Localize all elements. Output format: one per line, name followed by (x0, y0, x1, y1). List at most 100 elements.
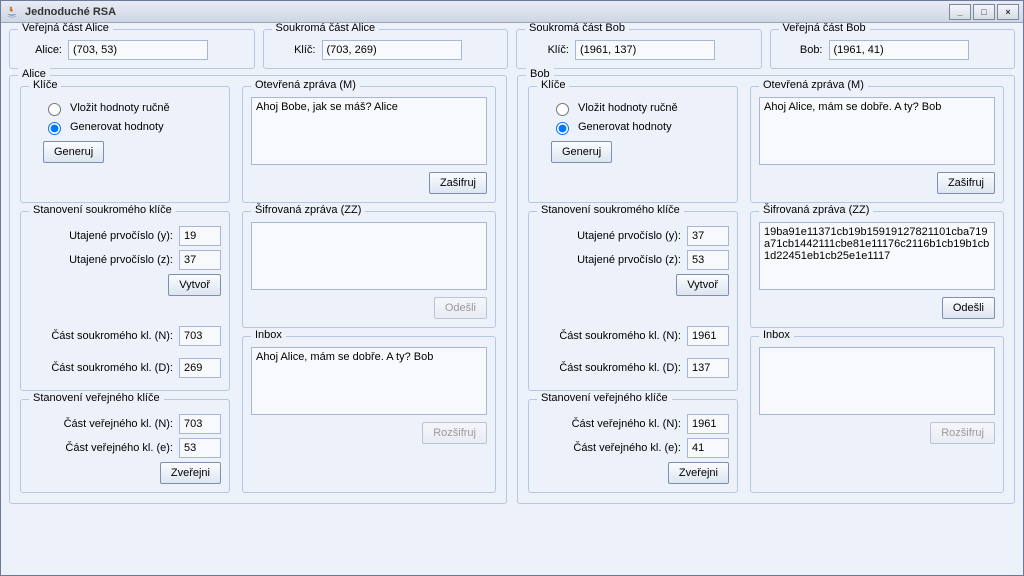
content-area: Veřejná část Alice Alice: Soukromá část … (1, 23, 1023, 575)
alice-open-msg[interactable] (251, 97, 487, 165)
radio-label: Vložit hodnoty ručně (578, 102, 678, 114)
bob-decrypt-button: Rozšifruj (930, 422, 995, 444)
alice-public-value[interactable] (68, 40, 208, 60)
alice-priv-d[interactable] (179, 358, 221, 378)
label-priv-d: Část soukromého kl. (D): (29, 362, 173, 374)
alice-radio-manual[interactable] (48, 103, 61, 116)
panel-legend: Stanovení soukromého klíče (537, 204, 684, 216)
alice-pub-n[interactable] (179, 414, 221, 434)
bob-priv-n[interactable] (687, 326, 729, 346)
panel-legend: Klíče (537, 79, 569, 91)
radio-label: Generovat hodnoty (70, 121, 164, 133)
alice-keys-panel: Klíče Vložit hodnoty ručně Generovat hod… (20, 86, 230, 203)
bob-generate-button[interactable]: Generuj (551, 141, 612, 163)
label-priv-n: Část soukromého kl. (N): (537, 330, 681, 342)
label-prime-y: Utajené prvočíslo (y): (537, 230, 681, 242)
alice-cipher[interactable] (251, 222, 487, 290)
top-key-row: Veřejná část Alice Alice: Soukromá část … (9, 29, 1015, 69)
bob-priv-d[interactable] (687, 358, 729, 378)
bob-radio-generate[interactable] (556, 122, 569, 135)
bob-pub-n[interactable] (687, 414, 729, 434)
panel-legend: Šifrovaná zpráva (ZZ) (251, 204, 365, 216)
minimize-button[interactable]: _ (949, 4, 971, 20)
java-icon (5, 5, 19, 19)
alice-public-key-panel: Stanovení veřejného klíče Část veřejného… (20, 399, 230, 493)
alice-radio-generate[interactable] (48, 122, 61, 135)
close-button[interactable]: × (997, 4, 1019, 20)
alice-section: Alice Klíče Vložit hodnoty ručně Generov… (9, 75, 507, 504)
label-pub-e: Část veřejného kl. (e): (537, 442, 681, 454)
window-title: Jednoduché RSA (25, 6, 949, 18)
panel-legend: Otevřená zpráva (M) (759, 79, 868, 91)
bob-public-key-panel: Stanovení veřejného klíče Část veřejného… (528, 399, 738, 493)
bob-keys-panel: Klíče Vložit hodnoty ručně Generovat hod… (528, 86, 738, 203)
panel-legend: Inbox (759, 329, 794, 341)
bob-send-button[interactable]: Odešli (942, 297, 995, 319)
alice-inbox-panel: Inbox Rozšifruj (242, 336, 496, 493)
bob-radio-manual[interactable] (556, 103, 569, 116)
panel-legend: Stanovení soukromého klíče (29, 204, 176, 216)
panel-legend: Stanovení veřejného klíče (29, 392, 164, 404)
panel-legend: Veřejná část Bob (779, 23, 870, 34)
alice-create-button[interactable]: Vytvoř (168, 274, 221, 296)
bob-prime-y[interactable] (687, 226, 729, 246)
alice-decrypt-button: Rozšifruj (422, 422, 487, 444)
label-prime-z: Utajené prvočíslo (z): (29, 254, 173, 266)
bob-create-button[interactable]: Vytvoř (676, 274, 729, 296)
bob-publish-button[interactable]: Zveřejni (668, 462, 729, 484)
alice-prime-y[interactable] (179, 226, 221, 246)
alice-open-msg-panel: Otevřená zpráva (M) Zašifruj (242, 86, 496, 203)
label-prime-y: Utajené prvočíslo (y): (29, 230, 173, 242)
panel-legend: Soukromá část Bob (525, 23, 629, 34)
app-window: Jednoduché RSA _ □ × Veřejná část Alice … (0, 0, 1024, 576)
bob-public-label: Bob: (781, 44, 823, 56)
radio-label: Vložit hodnoty ručně (70, 102, 170, 114)
bob-open-msg-panel: Otevřená zpráva (M) Zašifruj (750, 86, 1004, 203)
maximize-button[interactable]: □ (973, 4, 995, 20)
bob-public-value[interactable] (829, 40, 969, 60)
alice-pub-e[interactable] (179, 438, 221, 458)
bob-open-msg[interactable] (759, 97, 995, 165)
panel-legend: Stanovení veřejného klíče (537, 392, 672, 404)
bob-inbox[interactable] (759, 347, 995, 415)
alice-private-key-panel: Stanovení soukromého klíče Utajené prvoč… (20, 211, 230, 391)
bob-cipher-panel: Šifrovaná zpráva (ZZ) Odešli (750, 211, 1004, 328)
panel-legend: Otevřená zpráva (M) (251, 79, 360, 91)
bob-pub-e[interactable] (687, 438, 729, 458)
label-pub-n: Část veřejného kl. (N): (537, 418, 681, 430)
bob-private-panel: Soukromá část Bob Klíč: (516, 29, 762, 69)
bob-private-value[interactable] (575, 40, 715, 60)
bob-encrypt-button[interactable]: Zašifruj (937, 172, 995, 194)
panel-legend: Klíče (29, 79, 61, 91)
label-priv-n: Část soukromého kl. (N): (29, 330, 173, 342)
alice-encrypt-button[interactable]: Zašifruj (429, 172, 487, 194)
alice-private-label: Klíč: (274, 44, 316, 56)
alice-cipher-panel: Šifrovaná zpráva (ZZ) Odešli (242, 211, 496, 328)
bob-inbox-panel: Inbox Rozšifruj (750, 336, 1004, 493)
panel-legend: Inbox (251, 329, 286, 341)
window-buttons: _ □ × (949, 4, 1019, 20)
panel-legend: Šifrovaná zpráva (ZZ) (759, 204, 873, 216)
label-prime-z: Utajené prvočíslo (z): (537, 254, 681, 266)
panel-legend: Veřejná část Alice (18, 23, 113, 34)
alice-generate-button[interactable]: Generuj (43, 141, 104, 163)
bob-section: Bob Klíče Vložit hodnoty ručně Generovat… (517, 75, 1015, 504)
bob-public-panel: Veřejná část Bob Bob: (770, 29, 1016, 69)
bob-private-key-panel: Stanovení soukromého klíče Utajené prvoč… (528, 211, 738, 391)
alice-inbox[interactable] (251, 347, 487, 415)
alice-public-label: Alice: (20, 44, 62, 56)
alice-send-button: Odešli (434, 297, 487, 319)
label-pub-n: Část veřejného kl. (N): (29, 418, 173, 430)
bob-cipher[interactable] (759, 222, 995, 290)
alice-prime-z[interactable] (179, 250, 221, 270)
radio-label: Generovat hodnoty (578, 121, 672, 133)
bob-prime-z[interactable] (687, 250, 729, 270)
panel-legend: Soukromá část Alice (272, 23, 380, 34)
label-priv-d: Část soukromého kl. (D): (537, 362, 681, 374)
label-pub-e: Část veřejného kl. (e): (29, 442, 173, 454)
alice-priv-n[interactable] (179, 326, 221, 346)
alice-private-value[interactable] (322, 40, 462, 60)
alice-publish-button[interactable]: Zveřejni (160, 462, 221, 484)
bob-private-label: Klíč: (527, 44, 569, 56)
alice-private-panel: Soukromá část Alice Klíč: (263, 29, 509, 69)
